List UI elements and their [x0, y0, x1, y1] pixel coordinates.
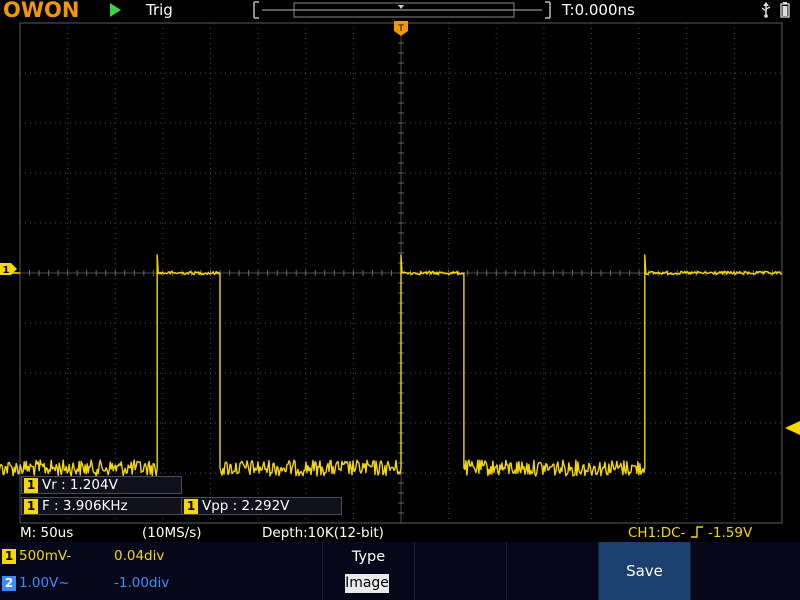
- channel-2-offset: -1.00div: [114, 575, 170, 591]
- measurement-frequency: 1 F : 3.906KHz: [21, 497, 182, 515]
- menu-type[interactable]: Type Image: [322, 542, 414, 600]
- measurement-vr-value: Vr : 1.204V: [42, 477, 118, 493]
- trigger-level-marker-icon[interactable]: [785, 421, 800, 435]
- trigger-level-readout: -1.59V: [708, 525, 753, 541]
- ch1-trace: [0, 254, 783, 477]
- channel-1-level-marker-icon[interactable]: 1: [0, 263, 17, 276]
- measurement-channel-badge: 1: [24, 478, 38, 493]
- sample-rate-readout: (10MS/s): [142, 525, 202, 541]
- channel-2-coupling-symbol: ~: [58, 575, 70, 591]
- measurement-channel-badge: 1: [184, 499, 198, 514]
- channel-2-settings[interactable]: 2 1.00V~ -1.00div: [0, 569, 322, 598]
- usb-icon: [761, 2, 771, 18]
- timebase-readout: M: 50us: [20, 525, 74, 541]
- bottom-menu: 1 500mV- 0.04div 2 1.00V~ -1.00div Type Im…: [0, 542, 800, 600]
- measurement-vpp: 1 Vpp : 2.292V: [181, 497, 342, 515]
- menu-slot-3[interactable]: [506, 542, 598, 600]
- measurement-frequency-value: F : 3.906KHz: [42, 498, 128, 514]
- menu-type-value[interactable]: Image: [345, 574, 389, 593]
- channel-1-scale: 500mV: [19, 548, 67, 564]
- channel-2-badge: 2: [2, 576, 16, 591]
- brand-logo-text: OWON: [3, 0, 79, 21]
- channel-1-badge: 1: [2, 549, 16, 564]
- save-button[interactable]: Save: [598, 542, 690, 600]
- measurement-vpp-value: Vpp : 2.292V: [202, 498, 290, 514]
- channel-1-settings[interactable]: 1 500mV- 0.04div: [0, 542, 322, 571]
- owon-logo: OWON: [3, 0, 79, 21]
- play-triangle-icon[interactable]: [110, 3, 121, 17]
- channel-2-scale: 1.00V: [19, 575, 59, 591]
- ch1-waveform: [0, 254, 783, 477]
- time-offset-readout: T:0.000ns: [562, 1, 635, 19]
- measurement-channel-badge: 1: [24, 499, 38, 514]
- trigger-position-marker-icon[interactable]: T: [394, 21, 408, 36]
- channel-1-offset: 0.04div: [114, 548, 165, 564]
- trigger-info: CH1:DC- -1.59V: [628, 525, 752, 542]
- menu-slot-5[interactable]: [690, 542, 800, 600]
- battery-icon: [780, 2, 790, 18]
- measurement-vr: 1 Vr : 1.204V: [21, 476, 182, 494]
- memory-position-bar[interactable]: [252, 0, 552, 20]
- rising-edge-icon: [690, 526, 703, 538]
- memory-cursor-icon: [398, 5, 404, 9]
- trigger-status: Trig: [146, 1, 173, 19]
- memory-depth-readout: Depth:10K(12-bit): [262, 525, 384, 541]
- trigger-position-marker-label: T: [397, 24, 404, 34]
- menu-type-label: Type: [351, 549, 386, 565]
- waveform-display[interactable]: T 1: [0, 20, 800, 525]
- menu-slot-2[interactable]: [414, 542, 506, 600]
- channel-1-level-marker-label: 1: [3, 265, 10, 276]
- top-status-bar: OWON Trig T:0.000ns: [0, 0, 800, 21]
- channel-1-coupling-symbol: -: [66, 548, 72, 564]
- trigger-source-coupling: CH1:DC-: [628, 525, 686, 541]
- status-line: M: 50us (10MS/s) Depth:10K(12-bit) CH1:D…: [0, 525, 800, 542]
